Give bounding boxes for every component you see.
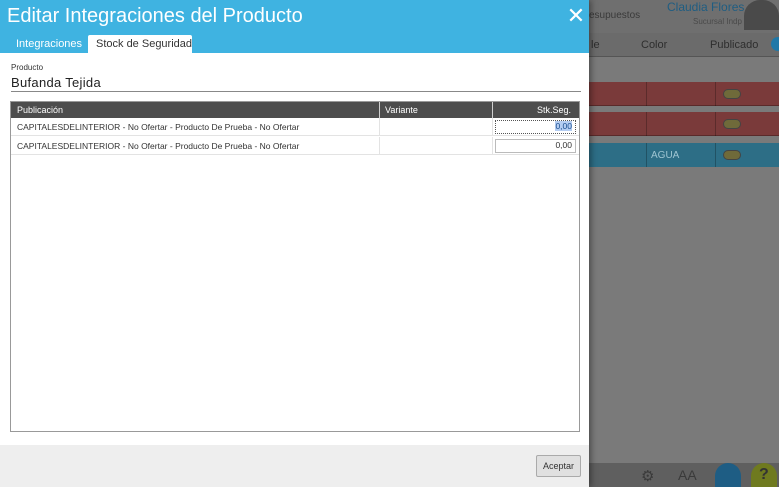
modal-header: Editar Integraciones del Producto ✕ Inte…	[0, 0, 589, 53]
stk-seg-input[interactable]: 0,00	[495, 139, 576, 153]
bg-header-publicado: Publicado	[710, 39, 759, 51]
bg-header-col: le	[591, 39, 600, 51]
header-variante: Variante	[385, 105, 418, 115]
bg-table-row	[589, 82, 779, 106]
close-icon[interactable]: ✕	[566, 5, 586, 27]
tab-stock-de-seguridad[interactable]: Stock de Seguridad	[88, 35, 192, 53]
bg-info-button	[715, 463, 741, 487]
bg-table-row	[589, 112, 779, 136]
row-publicacion: CAPITALESDELINTERIOR - No Ofertar - Prod…	[17, 122, 300, 132]
stk-seg-input[interactable]: 0,00	[495, 120, 576, 134]
bg-row-color: AGUA	[651, 150, 680, 161]
bg-help-button: ?	[751, 463, 777, 487]
product-label: Producto	[11, 63, 44, 72]
accept-button[interactable]: Aceptar	[536, 455, 581, 477]
table-row: CAPITALESDELINTERIOR - No Ofertar - Prod…	[11, 137, 579, 155]
modal-title: Editar Integraciones del Producto	[7, 5, 303, 27]
product-name: Bufanda Tejida	[11, 75, 581, 92]
bg-presupuestos-link: esupuestos	[589, 10, 641, 21]
header-publicacion: Publicación	[17, 105, 64, 115]
modal-footer: Aceptar	[0, 445, 589, 487]
gear-icon: ⚙	[641, 468, 655, 485]
bg-header-circle-icon	[771, 37, 779, 51]
header-stk-seg: Stk.Seg.	[536, 105, 571, 115]
bg-published-pill-icon	[723, 119, 741, 129]
table-row: CAPITALESDELINTERIOR - No Ofertar - Prod…	[11, 118, 579, 136]
bg-avatar	[744, 0, 779, 30]
bg-topbar: esupuestos Claudia Flores Sucursal Indp	[589, 0, 779, 33]
bg-published-pill-icon	[723, 89, 741, 99]
help-icon: ?	[759, 466, 769, 483]
row-publicacion: CAPITALESDELINTERIOR - No Ofertar - Prod…	[17, 141, 300, 151]
bg-table-row: AGUA	[589, 143, 779, 167]
bg-bottom-toolbar: ⚙ AA ?	[589, 463, 779, 487]
edit-integrations-modal: Editar Integraciones del Producto ✕ Inte…	[0, 0, 589, 487]
bg-published-pill-icon	[723, 150, 741, 160]
font-size-icon: AA	[678, 467, 697, 483]
bg-header-color: Color	[641, 39, 668, 51]
bg-user-name: Claudia Flores	[667, 0, 745, 14]
bg-branch-name: Sucursal Indp	[693, 17, 742, 26]
bg-table-header: le Color Publicado	[589, 33, 779, 57]
safety-stock-table: Publicación Variante Stk.Seg. CAPITALESD…	[10, 101, 580, 432]
tab-integraciones[interactable]: Integraciones	[8, 35, 90, 53]
table-header: Publicación Variante Stk.Seg.	[11, 102, 579, 118]
